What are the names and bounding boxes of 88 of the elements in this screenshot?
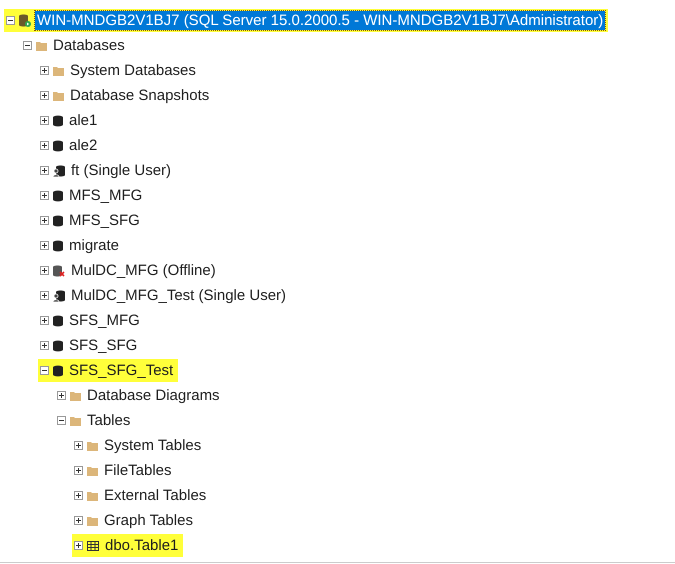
node-label: External Tables — [103, 486, 208, 505]
tree-node[interactable]: FileTables — [72, 459, 177, 482]
expand-toggle[interactable] — [40, 191, 49, 200]
collapse-toggle[interactable] — [23, 41, 32, 50]
database-user-icon — [53, 290, 65, 302]
tree-node[interactable]: Graph Tables — [72, 509, 198, 532]
node-label: Database Snapshots — [69, 86, 210, 105]
node-label: MFS_SFG — [68, 211, 141, 230]
expand-toggle[interactable] — [57, 391, 66, 400]
tree-node[interactable]: System Tables — [72, 434, 206, 457]
tree-node[interactable]: ale1 — [38, 109, 102, 132]
expand-toggle[interactable] — [40, 66, 49, 75]
tree-node[interactable]: WIN-MNDGB2V1BJ7 (SQL Server 15.0.2000.5 - WIN-MNDGB2V1BJ7\Administrator) — [4, 9, 608, 32]
node-label: dbo.Table1 — [104, 536, 180, 555]
node-label: Graph Tables — [103, 511, 194, 530]
expand-toggle[interactable] — [40, 241, 49, 250]
folder-icon — [53, 66, 64, 76]
database-icon — [53, 364, 63, 376]
expand-toggle[interactable] — [74, 466, 83, 475]
node-label: FileTables — [103, 461, 173, 480]
tree-node[interactable]: MulDC_MFG (Offline) — [38, 259, 221, 282]
folder-icon — [70, 390, 81, 400]
tree-node[interactable]: migrate — [38, 234, 124, 257]
database-icon — [53, 340, 63, 352]
tree-node[interactable]: ft (Single User) — [38, 159, 176, 182]
node-label: WIN-MNDGB2V1BJ7 (SQL Server 15.0.2000.5 - WIN-MNDGB2V1BJ7\Administrator) — [35, 11, 606, 30]
node-label: Tables — [86, 411, 132, 430]
node-label: ale1 — [68, 111, 98, 130]
tree-node[interactable]: System Databases — [38, 59, 201, 82]
node-label: ft (Single User) — [70, 161, 172, 180]
node-label: System Databases — [69, 61, 197, 80]
node-label: SFS_SFG_Test — [68, 361, 174, 380]
folder-icon — [53, 90, 64, 100]
database-icon — [53, 114, 63, 126]
expand-toggle[interactable] — [40, 116, 49, 125]
database-user-icon — [53, 164, 65, 176]
expand-toggle[interactable] — [40, 141, 49, 150]
expand-toggle[interactable] — [40, 291, 49, 300]
node-label: SFS_SFG — [68, 336, 138, 355]
node-label: SFS_MFG — [68, 311, 141, 330]
tree-node[interactable]: MFS_MFG — [38, 184, 148, 207]
expand-toggle[interactable] — [40, 266, 49, 275]
collapse-toggle[interactable] — [40, 366, 49, 375]
database-error-icon — [53, 264, 65, 276]
folder-icon — [36, 40, 47, 50]
folder-icon — [87, 440, 98, 450]
folder-icon — [70, 416, 81, 426]
expand-toggle[interactable] — [40, 341, 49, 350]
expand-toggle[interactable] — [40, 216, 49, 225]
tree-node[interactable]: SFS_SFG — [38, 334, 142, 357]
node-label: MulDC_MFG (Offline) — [70, 261, 217, 280]
server-icon — [19, 14, 31, 27]
tree-node[interactable]: SFS_MFG — [38, 309, 145, 332]
node-label: ale2 — [68, 136, 98, 155]
tree-node[interactable]: ale2 — [38, 134, 102, 157]
tree-node[interactable]: External Tables — [72, 484, 212, 507]
node-label: System Tables — [103, 436, 202, 455]
tree-node[interactable]: dbo.Table1 — [72, 534, 184, 557]
expand-toggle[interactable] — [74, 541, 83, 550]
database-icon — [53, 240, 63, 252]
folder-icon — [87, 466, 98, 476]
expand-toggle[interactable] — [74, 516, 83, 525]
node-label: Database Diagrams — [86, 386, 221, 405]
node-label: MulDC_MFG_Test (Single User) — [70, 286, 288, 305]
tree-node[interactable]: MulDC_MFG_Test (Single User) — [38, 284, 292, 307]
tree-node[interactable]: Tables — [55, 409, 136, 432]
node-label: migrate — [68, 236, 120, 255]
collapse-toggle[interactable] — [57, 416, 66, 425]
tree-node[interactable]: SFS_SFG_Test — [38, 359, 178, 382]
database-icon — [53, 214, 63, 226]
tree-node[interactable]: Database Snapshots — [38, 84, 214, 107]
collapse-toggle[interactable] — [6, 16, 15, 25]
database-icon — [53, 140, 63, 152]
expand-toggle[interactable] — [40, 91, 49, 100]
folder-icon — [87, 516, 98, 526]
table-icon — [87, 540, 99, 550]
expand-toggle[interactable] — [74, 441, 83, 450]
tree-node[interactable]: Database Diagrams — [55, 384, 225, 407]
expand-toggle[interactable] — [74, 491, 83, 500]
database-icon — [53, 314, 63, 326]
expand-toggle[interactable] — [40, 166, 49, 175]
node-label: MFS_MFG — [68, 186, 144, 205]
database-icon — [53, 190, 63, 202]
tree-node[interactable]: MFS_SFG — [38, 209, 145, 232]
folder-icon — [87, 490, 98, 500]
tree-node[interactable]: Databases — [21, 34, 130, 57]
node-label: Databases — [52, 36, 126, 55]
expand-toggle[interactable] — [40, 316, 49, 325]
